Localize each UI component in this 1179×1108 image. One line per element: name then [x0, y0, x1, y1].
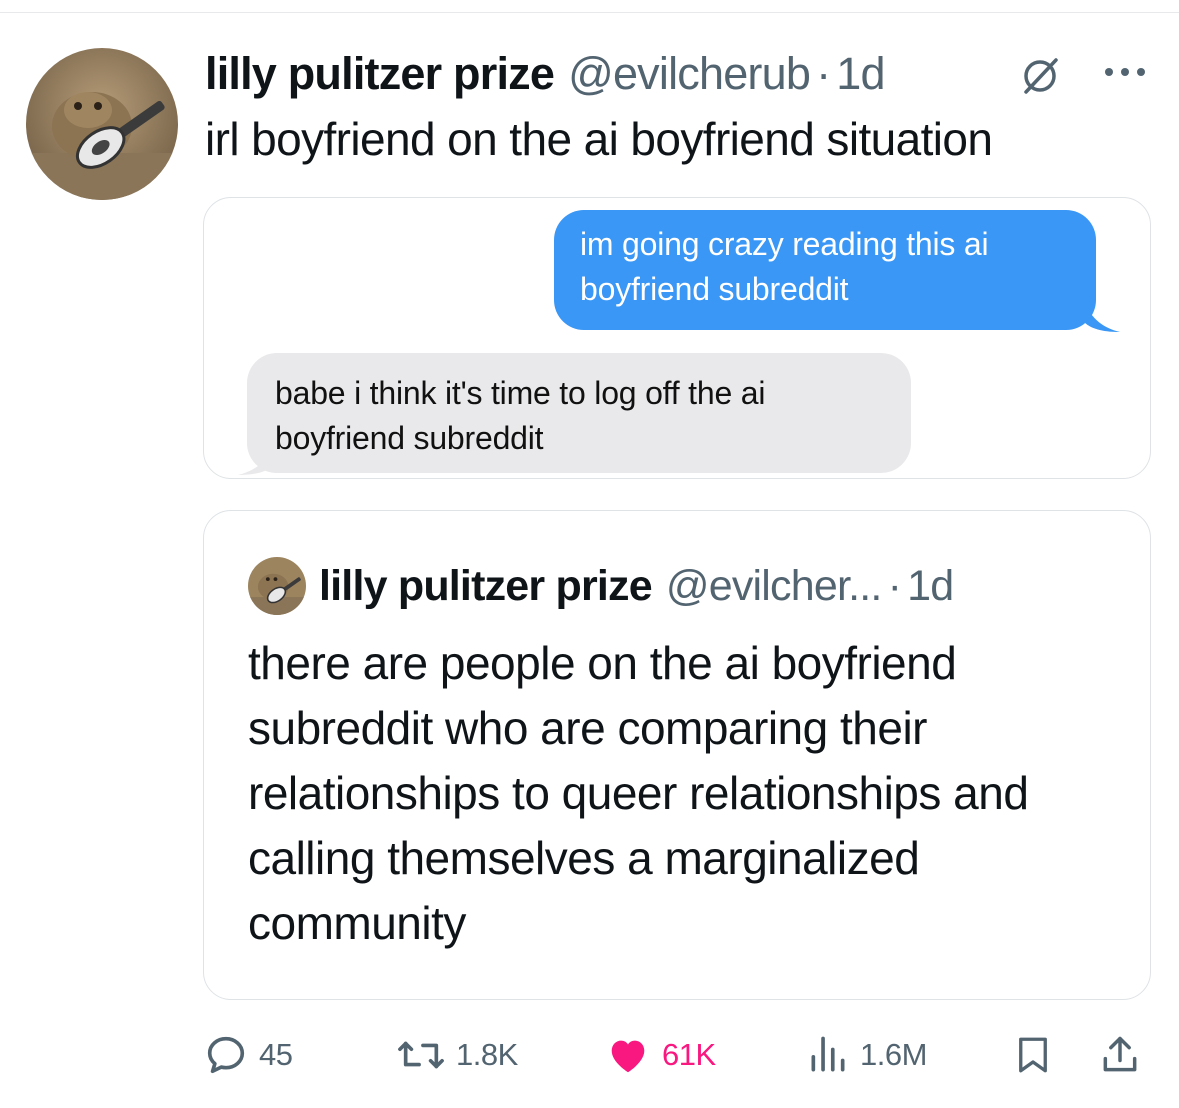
top-divider — [0, 12, 1179, 13]
received-message-bubble: babe i think it's time to log off the ai… — [247, 353, 911, 473]
more-options-icon[interactable] — [1102, 57, 1148, 92]
grok-icon[interactable] — [1018, 54, 1062, 103]
quoted-tweet[interactable]: lilly pulitzer prize @evilcher... · 1d t… — [203, 510, 1151, 1000]
heart-icon — [611, 1040, 645, 1073]
author-name[interactable]: lilly pulitzer prize — [205, 48, 555, 100]
share-icon — [1103, 1036, 1137, 1072]
sent-message-bubble: im going crazy reading this ai boyfriend… — [554, 210, 1096, 330]
avatar[interactable] — [26, 48, 178, 200]
share-button[interactable] — [1098, 1030, 1142, 1080]
repost-icon — [398, 1041, 444, 1069]
quoted-author-handle: @evilcher... — [665, 561, 883, 610]
like-button[interactable]: 61K — [604, 1030, 716, 1080]
reply-count: 45 — [259, 1037, 293, 1072]
views-button[interactable]: 1.6M — [806, 1030, 927, 1080]
quoted-tweet-header: lilly pulitzer prize @evilcher... · 1d — [319, 557, 954, 615]
tweet-header: lilly pulitzer prize @evilcherub · 1d — [205, 46, 886, 102]
quoted-separator-dot: · — [887, 561, 902, 610]
repost-count: 1.8K — [456, 1037, 518, 1072]
timestamp[interactable]: 1d — [836, 48, 885, 100]
quoted-avatar — [248, 557, 306, 615]
bookmark-icon — [1019, 1037, 1047, 1073]
quoted-tweet-text: there are people on the ai boyfriend sub… — [248, 637, 1029, 949]
view-count: 1.6M — [860, 1037, 927, 1072]
author-handle[interactable]: @evilcherub — [568, 48, 811, 100]
quoted-timestamp: 1d — [907, 561, 954, 610]
action-bar: 45 1.8K 61K 1.6M — [0, 1030, 1179, 1080]
separator-dot: · — [816, 48, 831, 99]
reply-button[interactable]: 45 — [203, 1030, 293, 1080]
tweet-text: irl boyfriend on the ai boyfriend situat… — [205, 113, 993, 165]
quoted-author-name: lilly pulitzer prize — [319, 561, 653, 610]
views-icon — [811, 1036, 845, 1072]
bookmark-button[interactable] — [1012, 1030, 1054, 1080]
like-count: 61K — [662, 1037, 716, 1072]
repost-button[interactable]: 1.8K — [396, 1030, 518, 1080]
tweet-media[interactable]: im going crazy reading this ai boyfriend… — [203, 197, 1151, 479]
reply-icon — [207, 1036, 245, 1074]
